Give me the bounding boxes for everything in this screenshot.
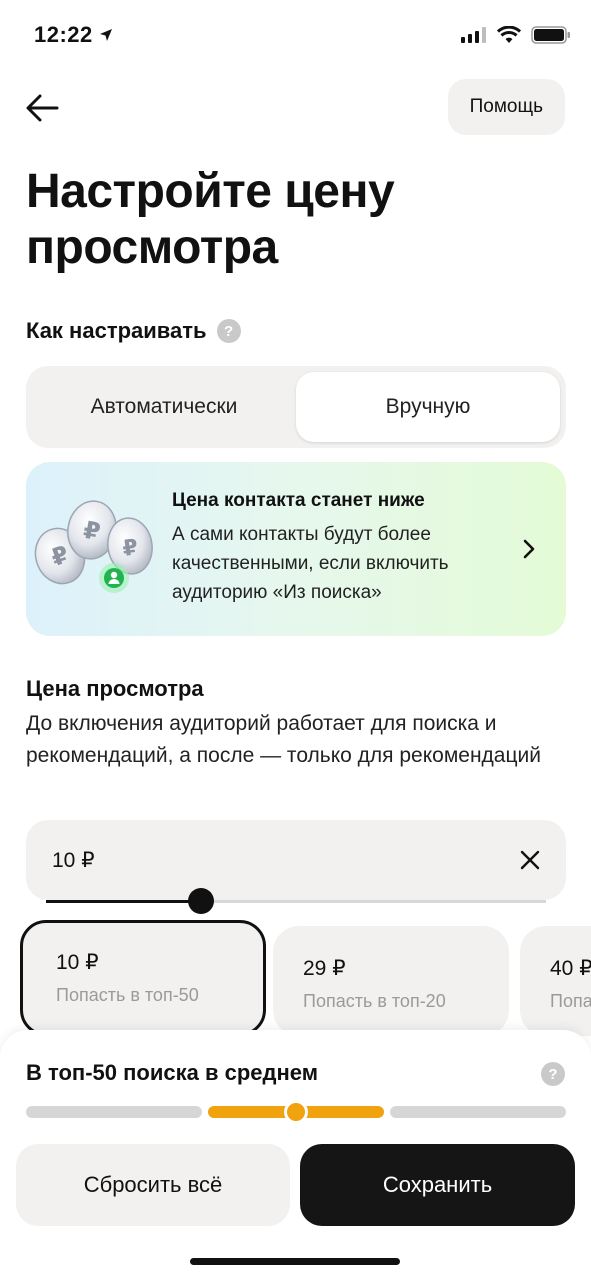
home-indicator bbox=[190, 1258, 400, 1265]
status-indicators bbox=[461, 26, 571, 44]
setup-mode-heading-text: Как настраивать bbox=[26, 318, 207, 343]
setup-mode-toggle: Автоматически Вручную bbox=[26, 366, 566, 448]
promo-text: А сами контакты будут более качественным… bbox=[172, 524, 449, 603]
option-manual[interactable]: Вручную bbox=[296, 372, 560, 442]
suggestion-label: Попасть в топ-50 bbox=[56, 985, 199, 1005]
price-suggestions: 10 ₽ Попасть в топ-50 29 ₽ Попасть в топ… bbox=[20, 920, 591, 1040]
rank-bar-indicator bbox=[284, 1100, 308, 1124]
rank-estimate-title: В топ-50 поиска в среднем bbox=[26, 1060, 318, 1085]
question-icon[interactable]: ? bbox=[216, 319, 241, 343]
status-time-text: 12:22 bbox=[34, 22, 93, 47]
rank-bar-segment-2 bbox=[208, 1100, 384, 1124]
reset-all-button[interactable]: Сбросить всё bbox=[16, 1144, 290, 1226]
suggestion-label: Попасть в топ-10 bbox=[550, 991, 591, 1011]
close-icon bbox=[520, 850, 540, 870]
suggestion-price: 29 ₽ bbox=[303, 957, 346, 980]
promo-title: Цена контакта станет ниже bbox=[172, 490, 425, 511]
save-button[interactable]: Сохранить bbox=[300, 1144, 575, 1226]
suggestion-label: Попасть в топ-20 bbox=[303, 991, 446, 1011]
suggestion-card[interactable]: 40 ₽ Попасть в топ-10 bbox=[520, 926, 591, 1036]
price-slider[interactable] bbox=[46, 888, 546, 914]
rank-bar-segment-3 bbox=[390, 1106, 566, 1118]
price-slider-fill bbox=[46, 900, 201, 903]
bottom-sheet: В топ-50 поиска в среднем ? Сбросить всё… bbox=[0, 1030, 591, 1280]
price-slider-thumb[interactable] bbox=[188, 888, 214, 914]
promo-banner[interactable]: ₽ ₽ ₽ Цена контакта станет ниже А сами к… bbox=[26, 462, 566, 636]
back-button[interactable] bbox=[20, 86, 64, 130]
coins-illustration-icon: ₽ ₽ ₽ bbox=[34, 500, 153, 593]
cellular-signal-icon bbox=[461, 27, 486, 43]
chevron-right-icon bbox=[523, 539, 535, 559]
location-arrow-icon bbox=[99, 29, 112, 41]
status-time: 12:22 bbox=[34, 22, 113, 48]
price-input-value: 10 ₽ bbox=[52, 849, 95, 872]
suggestion-card[interactable]: 10 ₽ Попасть в топ-50 bbox=[20, 920, 266, 1036]
question-icon[interactable]: ? bbox=[541, 1062, 565, 1086]
clear-button[interactable] bbox=[516, 846, 544, 874]
price-heading: Цена просмотра bbox=[26, 676, 204, 701]
price-description: До включения аудиторий работает для поис… bbox=[26, 712, 541, 767]
arrow-left-icon bbox=[26, 94, 59, 122]
suggestion-card[interactable]: 29 ₽ Попасть в топ-20 bbox=[273, 926, 509, 1036]
wifi-icon bbox=[497, 26, 521, 43]
setup-mode-heading: Как настраивать ? bbox=[26, 318, 241, 344]
rank-bar-segment-1 bbox=[26, 1106, 202, 1118]
suggestion-price: 10 ₽ bbox=[56, 951, 99, 974]
battery-icon bbox=[531, 26, 570, 44]
suggestion-price: 40 ₽ bbox=[550, 957, 591, 980]
price-input[interactable]: 10 ₽ bbox=[26, 820, 566, 900]
option-automatic[interactable]: Автоматически bbox=[32, 372, 296, 442]
page-title: Настройте цену просмотра bbox=[26, 165, 395, 274]
help-button[interactable]: Помощь bbox=[447, 79, 565, 135]
status-bar: 12:22 bbox=[0, 0, 591, 72]
